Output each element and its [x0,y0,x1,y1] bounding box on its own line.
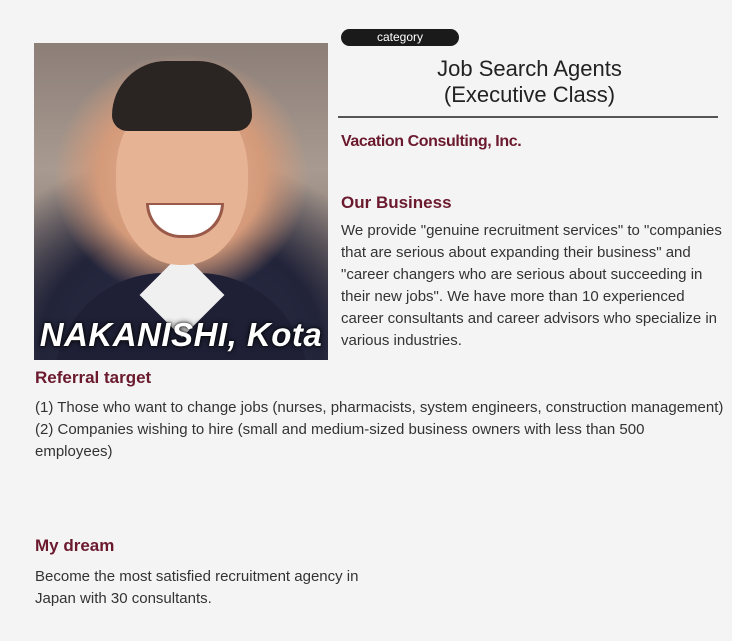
business-text: We provide "genuine recruitment services… [341,222,722,349]
title-line-2: (Executive Class) [443,82,616,107]
category-badge: category [341,29,459,46]
page-title: Job Search Agents (Executive Class) [341,56,718,108]
profile-name: NAKANISHI, Kota [39,316,323,353]
referral-item: (1) Those who want to change jobs (nurse… [35,399,724,416]
dream-heading: My dream [35,536,115,555]
referral-heading: Referral target [35,368,152,387]
company-name: Vacation Consulting, Inc. [341,133,522,150]
title-divider [338,116,718,118]
title-line-1: Job Search Agents [437,56,622,81]
photo-hair [112,61,252,131]
profile-photo: NAKANISHI, Kota [34,43,328,360]
business-heading: Our Business [341,193,452,212]
referral-item: (2) Companies wishing to hire (small and… [35,421,645,460]
referral-list: (1) Those who want to change jobs (nurse… [35,397,725,463]
dream-text: Become the most satisfied recruitment ag… [35,568,359,607]
